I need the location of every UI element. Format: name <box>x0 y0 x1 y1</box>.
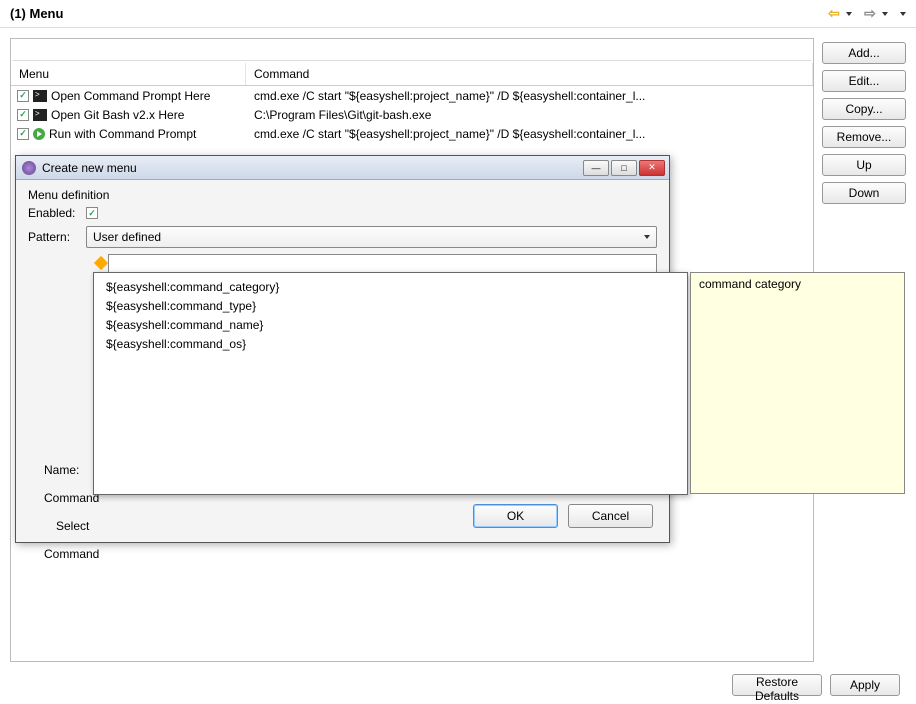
pattern-value: User defined <box>93 230 161 244</box>
command-label: Command <box>44 491 99 505</box>
minimize-icon[interactable]: — <box>583 160 609 176</box>
terminal-icon <box>33 90 47 102</box>
row-label: Open Git Bash v2.x Here <box>51 108 184 122</box>
tooltip-text: command category <box>699 277 801 291</box>
row-label: Run with Command Prompt <box>49 127 196 141</box>
run-icon <box>33 128 45 140</box>
pattern-select[interactable]: User defined <box>86 226 657 248</box>
name-label: Name: <box>44 463 99 477</box>
suggest-item[interactable]: ${easyshell:command_name} <box>94 315 687 334</box>
autocomplete-popup: ${easyshell:command_category} ${easyshel… <box>93 272 688 495</box>
page-title: (1) Menu <box>10 6 826 21</box>
suggest-item[interactable]: ${easyshell:command_category} <box>94 277 687 296</box>
forward-menu-icon[interactable] <box>882 12 888 16</box>
view-menu-icon[interactable] <box>900 12 906 16</box>
restore-defaults-button[interactable]: Restore Defaults <box>732 674 822 696</box>
down-button[interactable]: Down <box>822 182 906 204</box>
suggest-item[interactable]: ${easyshell:command_os} <box>94 334 687 353</box>
maximize-icon[interactable]: □ <box>611 160 637 176</box>
enabled-label: Enabled: <box>28 206 80 220</box>
row-command: cmd.exe /C start "${easyshell:project_na… <box>246 127 813 141</box>
suggest-item[interactable]: ${easyshell:command_type} <box>94 296 687 315</box>
chevron-down-icon <box>644 235 650 239</box>
tooltip: command category <box>690 272 905 494</box>
copy-button[interactable]: Copy... <box>822 98 906 120</box>
close-icon[interactable]: ✕ <box>639 160 665 176</box>
add-button[interactable]: Add... <box>822 42 906 64</box>
filter-input[interactable] <box>13 41 811 61</box>
cancel-button[interactable]: Cancel <box>568 504 653 528</box>
app-icon <box>22 161 36 175</box>
up-button[interactable]: Up <box>822 154 906 176</box>
section-label: Menu definition <box>28 188 138 202</box>
ok-button[interactable]: OK <box>473 504 558 528</box>
pattern-label: Pattern: <box>28 230 80 244</box>
col-command[interactable]: Command <box>246 63 813 85</box>
terminal-icon <box>33 109 47 121</box>
col-menu[interactable]: Menu <box>11 63 246 85</box>
command2-label: Command <box>44 547 99 561</box>
remove-button[interactable]: Remove... <box>822 126 906 148</box>
select-label: Select <box>56 519 99 533</box>
row-checkbox[interactable] <box>17 128 29 140</box>
dialog-titlebar[interactable]: Create new menu — □ ✕ <box>16 156 669 180</box>
nav-arrows <box>826 6 906 22</box>
enabled-checkbox[interactable] <box>86 207 98 219</box>
table-row[interactable]: Open Command Prompt Here cmd.exe /C star… <box>11 86 813 105</box>
apply-button[interactable]: Apply <box>830 674 900 696</box>
back-menu-icon[interactable] <box>846 12 852 16</box>
table-row[interactable]: Run with Command Prompt cmd.exe /C start… <box>11 124 813 143</box>
back-icon[interactable] <box>826 6 842 22</box>
row-label: Open Command Prompt Here <box>51 89 210 103</box>
forward-icon[interactable] <box>862 6 878 22</box>
edit-button[interactable]: Edit... <box>822 70 906 92</box>
table-row[interactable]: Open Git Bash v2.x Here C:\Program Files… <box>11 105 813 124</box>
dialog-title: Create new menu <box>42 161 583 175</box>
warning-icon <box>94 256 108 270</box>
row-checkbox[interactable] <box>17 90 29 102</box>
row-command: C:\Program Files\Git\git-bash.exe <box>246 108 813 122</box>
row-command: cmd.exe /C start "${easyshell:project_na… <box>246 89 813 103</box>
row-checkbox[interactable] <box>17 109 29 121</box>
